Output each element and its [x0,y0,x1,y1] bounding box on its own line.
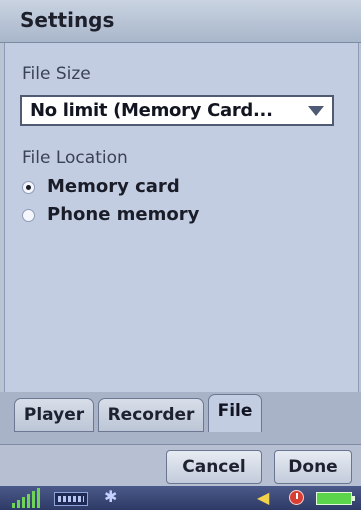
signal-icon [12,488,44,508]
speaker-icon[interactable]: ◀ [257,488,269,508]
radio-unselected-icon [22,209,35,222]
cancel-button[interactable]: Cancel [166,450,262,484]
bluetooth-icon: ✱ [104,487,118,506]
button-bar: Cancel Done [0,444,361,487]
done-button[interactable]: Done [274,450,352,484]
tab-player[interactable]: Player [14,398,94,432]
file-location-label: File Location [22,148,128,168]
chevron-down-icon [308,106,324,116]
tab-strip: Player Recorder File [0,392,361,444]
status-bar: ✱ ◀ [0,486,361,510]
title-bar: Settings [0,0,361,43]
tab-recorder[interactable]: Recorder [98,398,204,432]
tab-file[interactable]: File [208,394,262,432]
file-size-label: File Size [22,64,91,84]
file-size-value: No limit (Memory Card... [30,100,273,121]
battery-icon [316,492,355,505]
keyboard-icon[interactable] [54,492,88,506]
radio-memory-card[interactable]: Memory card [22,176,222,202]
file-size-dropdown[interactable]: No limit (Memory Card... [20,95,334,126]
radio-phone-memory[interactable]: Phone memory [22,204,242,230]
radio-phone-memory-label: Phone memory [47,204,200,225]
radio-selected-icon [22,181,35,194]
radio-memory-card-label: Memory card [47,176,180,197]
clock-icon[interactable] [289,490,304,505]
page-title: Settings [20,8,115,32]
